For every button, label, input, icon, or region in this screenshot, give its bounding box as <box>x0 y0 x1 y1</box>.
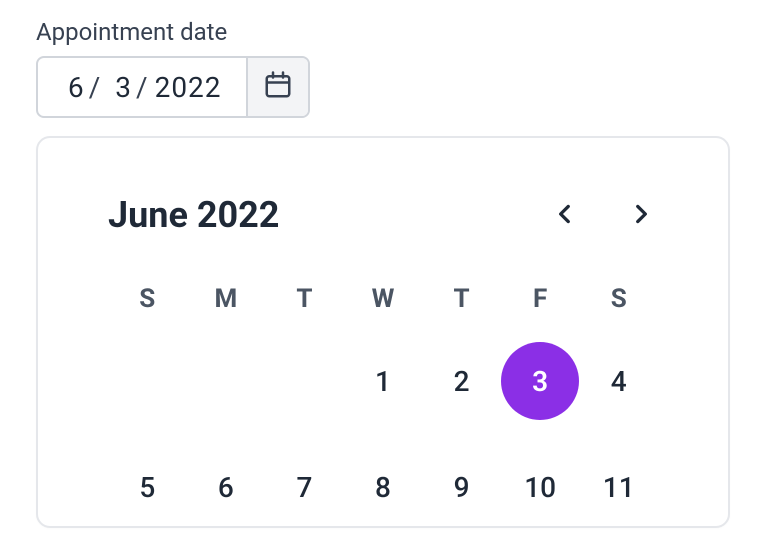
day-of-week-header: S <box>108 284 187 314</box>
field-label: Appointment date <box>36 18 730 46</box>
calendar-title: June 2022 <box>108 194 279 236</box>
calendar-grid: SMTWTFS1234567891011 <box>108 284 658 526</box>
calendar-icon <box>263 70 293 104</box>
calendar-day[interactable]: 6 <box>187 448 265 526</box>
calendar-day-cell: 5 <box>108 448 187 526</box>
date-separator-2: / <box>134 71 153 104</box>
calendar-day[interactable]: 7 <box>265 448 343 526</box>
calendar-day[interactable]: 11 <box>580 448 658 526</box>
month-segment[interactable]: 6 <box>66 71 87 104</box>
chevron-left-icon <box>552 201 578 230</box>
calendar-day-empty <box>265 342 343 420</box>
day-of-week-header: M <box>187 284 266 314</box>
day-of-week-header: W <box>344 284 423 314</box>
calendar-nav <box>548 197 658 234</box>
calendar-day-cell: 7 <box>265 448 344 526</box>
day-of-week-header: S <box>579 284 658 314</box>
calendar-day[interactable]: 5 <box>108 448 186 526</box>
calendar-day-cell: 10 <box>501 448 580 526</box>
calendar-day-cell: 9 <box>422 448 501 526</box>
calendar-day-cell: 8 <box>344 448 423 526</box>
next-month-button[interactable] <box>624 197 658 234</box>
calendar-day-empty <box>108 342 186 420</box>
calendar-day-empty <box>187 342 265 420</box>
day-of-week-header: T <box>265 284 344 314</box>
prev-month-button[interactable] <box>548 197 582 234</box>
date-segments[interactable]: 6 / 3 / 2022 <box>38 58 246 116</box>
calendar-header: June 2022 <box>108 194 658 236</box>
calendar-day[interactable]: 1 <box>344 342 422 420</box>
day-of-week-header: F <box>501 284 580 314</box>
calendar-day-cell: 2 <box>422 342 501 420</box>
calendar-day[interactable]: 2 <box>423 342 501 420</box>
calendar-day-cell: 4 <box>579 342 658 420</box>
calendar-day[interactable]: 9 <box>423 448 501 526</box>
calendar-day-cell: 3 <box>501 342 580 420</box>
calendar-day[interactable]: 10 <box>501 448 579 526</box>
calendar-day-cell <box>265 342 344 420</box>
chevron-right-icon <box>628 201 654 230</box>
calendar-day-cell: 11 <box>579 448 658 526</box>
calendar-day[interactable]: 3 <box>501 342 579 420</box>
calendar-day-cell: 6 <box>187 448 266 526</box>
calendar-day-cell: 1 <box>344 342 423 420</box>
day-segment[interactable]: 3 <box>113 71 134 104</box>
open-calendar-button[interactable] <box>246 58 308 116</box>
calendar-day-cell <box>108 342 187 420</box>
calendar-day[interactable]: 8 <box>344 448 422 526</box>
calendar-day[interactable]: 4 <box>580 342 658 420</box>
calendar-popover: June 2022 SMTWTFS1234567891011 <box>36 136 730 528</box>
day-of-week-header: T <box>422 284 501 314</box>
calendar-day-cell <box>187 342 266 420</box>
date-separator-1: / <box>87 71 106 104</box>
date-input[interactable]: 6 / 3 / 2022 <box>36 56 310 118</box>
year-segment[interactable]: 2022 <box>153 71 224 104</box>
